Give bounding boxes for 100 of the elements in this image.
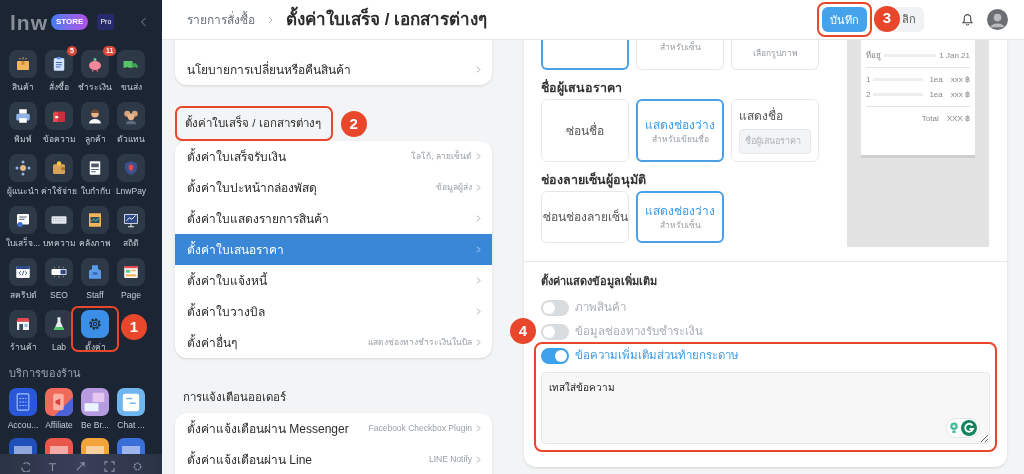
option-card[interactable] <box>541 40 629 70</box>
app-tile[interactable] <box>117 154 145 182</box>
menu-item[interactable]: ตั้งค่าใบเสนอราคา <box>175 234 492 265</box>
menu-item[interactable]: ตั้งค่าใบแจ้งหนี้ <box>175 265 492 296</box>
tile-label: ขนส่ง <box>120 81 142 93</box>
breadcrumb-link[interactable]: รายการสั่งซื้อ <box>187 10 255 29</box>
package-icon <box>14 55 32 73</box>
fullscreen-icon[interactable] <box>103 461 115 472</box>
menu-hint: ข้อมูลผู้ส่ง <box>436 181 472 194</box>
tile-label: ใบเสร็จ... <box>5 237 41 249</box>
person-icon <box>86 107 104 125</box>
tile-label: Lab <box>51 341 67 353</box>
tile-label: สั่งซื้อ <box>49 81 69 93</box>
chevron-icon <box>475 65 482 74</box>
preview-label: 1 <box>866 74 871 85</box>
toggle-switch[interactable] <box>541 300 569 316</box>
app-tile[interactable] <box>9 310 37 338</box>
brand-card-icon <box>81 388 109 416</box>
app-tile[interactable] <box>81 102 109 130</box>
note-field[interactable]: เทสใส่ข้อความ <box>541 372 990 444</box>
service-tile[interactable] <box>45 388 73 416</box>
toggle-switch[interactable] <box>541 324 569 340</box>
option-card[interactable]: แสดงชื่อ ชื่อผู้เสนอราคา <box>731 99 819 162</box>
step-number-badge: 2 <box>340 111 367 137</box>
writing-assistant-widget[interactable] <box>946 418 980 438</box>
app-tile[interactable] <box>45 258 73 286</box>
app-tile[interactable] <box>81 154 109 182</box>
app-tile[interactable] <box>9 154 37 182</box>
app-tile[interactable] <box>117 206 145 234</box>
name-field[interactable]: ชื่อผู้เสนอราคา <box>739 128 811 154</box>
tile-label: ตัวแทน <box>117 133 145 145</box>
option-card[interactable]: ซ่อนชื่อ <box>541 99 629 162</box>
menu-item[interactable]: ตั้งค่าใบเสร็จรับเงิน โลโก้, ลายเซ็นต์ <box>175 141 492 172</box>
menu-hint: Facebook Checkbox Plugin <box>368 422 472 435</box>
avatar[interactable] <box>987 9 1008 30</box>
tile-label: Staff <box>86 289 104 301</box>
page-title: ตั้งค่าใบเสร็จ / เอกสารต่างๆ <box>286 6 488 33</box>
text-icon[interactable] <box>47 461 59 472</box>
option-subtitle: สำหรับเซ็น <box>659 219 701 231</box>
webpage-icon <box>122 263 140 281</box>
calculator-icon <box>9 388 37 416</box>
gear-icon <box>86 315 104 333</box>
menu-item[interactable]: ตั้งค่าแจ้งเตือนผ่าน Line LINE Notify <box>175 444 492 474</box>
option-title: ซ่อนชื่อ <box>566 122 604 139</box>
app-tile[interactable] <box>9 102 37 130</box>
megaphone-icon <box>45 388 73 416</box>
store-badge: STORE <box>51 14 89 30</box>
window-icon <box>50 263 68 281</box>
toggle-label: ข้อความเพิ่มเติมส่วนท้ายกระดาษ <box>575 347 739 364</box>
app-tile[interactable] <box>9 206 37 234</box>
option-title: แสดงช่องว่าง <box>645 203 715 219</box>
certificate-icon <box>14 211 32 229</box>
tile-label: ร้านค้า <box>9 341 37 353</box>
chevron-icon <box>475 276 482 285</box>
preview-value: 1ea <box>929 74 943 85</box>
tile-label: Chat ... <box>117 419 145 431</box>
tile-label: ชำระเงิน <box>78 81 112 93</box>
app-tile[interactable] <box>9 50 37 78</box>
app-tile[interactable] <box>45 206 73 234</box>
tile-label: ใบกำกับ <box>80 185 110 197</box>
app-tile[interactable] <box>45 50 73 78</box>
preview-label: 2 <box>866 89 871 100</box>
chevron-icon <box>475 214 482 223</box>
menu-item[interactable]: ตั้งค่าใบปะหน้ากล่องพัสดุ ข้อมูลผู้ส่ง <box>175 172 492 203</box>
bell-icon[interactable] <box>961 13 974 26</box>
preview-value: XXX ฿ <box>946 113 970 124</box>
app-tile[interactable] <box>81 258 109 286</box>
tile-label: สคริปต์ <box>9 289 37 301</box>
app-tile[interactable] <box>9 258 37 286</box>
tile-label: ข้อความ <box>42 133 76 145</box>
menu-item[interactable]: ตั้งค่าอื่นๆ แสดงช่องทางชำระเงินในบิล <box>175 327 492 358</box>
refresh-icon[interactable] <box>18 461 30 472</box>
service-tile[interactable] <box>9 388 37 416</box>
app-tile[interactable] <box>117 102 145 130</box>
lightbulb-icon <box>949 422 959 434</box>
app-tile[interactable] <box>81 310 109 338</box>
menu-item[interactable]: ตั้งค่าแจ้งเตือนผ่าน Messenger Facebook Checkbox Plugin <box>175 413 492 444</box>
toggle-label: ภาพสินค้า <box>575 300 626 316</box>
expand-icon[interactable] <box>75 461 87 472</box>
option-card[interactable]: ซ่อนช่องลายเซ็น <box>541 191 629 243</box>
menu-item[interactable]: นโยบายการเปลี่ยนหรือคืนสินค้า <box>175 54 492 85</box>
tile-label: สินค้า <box>12 81 34 93</box>
code-window-icon <box>14 263 32 281</box>
service-tile[interactable] <box>117 388 145 416</box>
app-tile[interactable] <box>81 206 109 234</box>
wallet-icon <box>50 159 68 177</box>
app-tile[interactable] <box>117 258 145 286</box>
tile-label: ลูกค้า <box>84 133 106 145</box>
app-tile[interactable] <box>45 310 73 338</box>
menu-item[interactable]: ตั้งค่าใบแสดงรายการสินค้า <box>175 203 492 234</box>
app-tile[interactable] <box>45 154 73 182</box>
menu-item[interactable]: ตั้งค่าใบวางบิล <box>175 296 492 327</box>
app-tile[interactable] <box>117 50 145 78</box>
group-title: ตั้งค่าแสดงข้อมูลเพิ่มเติม <box>541 274 658 288</box>
toggle-switch[interactable] <box>541 348 569 364</box>
service-tile[interactable] <box>81 388 109 416</box>
app-tile[interactable] <box>45 102 73 130</box>
shield-icon <box>122 159 140 177</box>
section-title: การแจ้งเตือนออเดอร์ <box>182 390 287 406</box>
preview-value: 1 Jan 21 <box>939 50 970 61</box>
